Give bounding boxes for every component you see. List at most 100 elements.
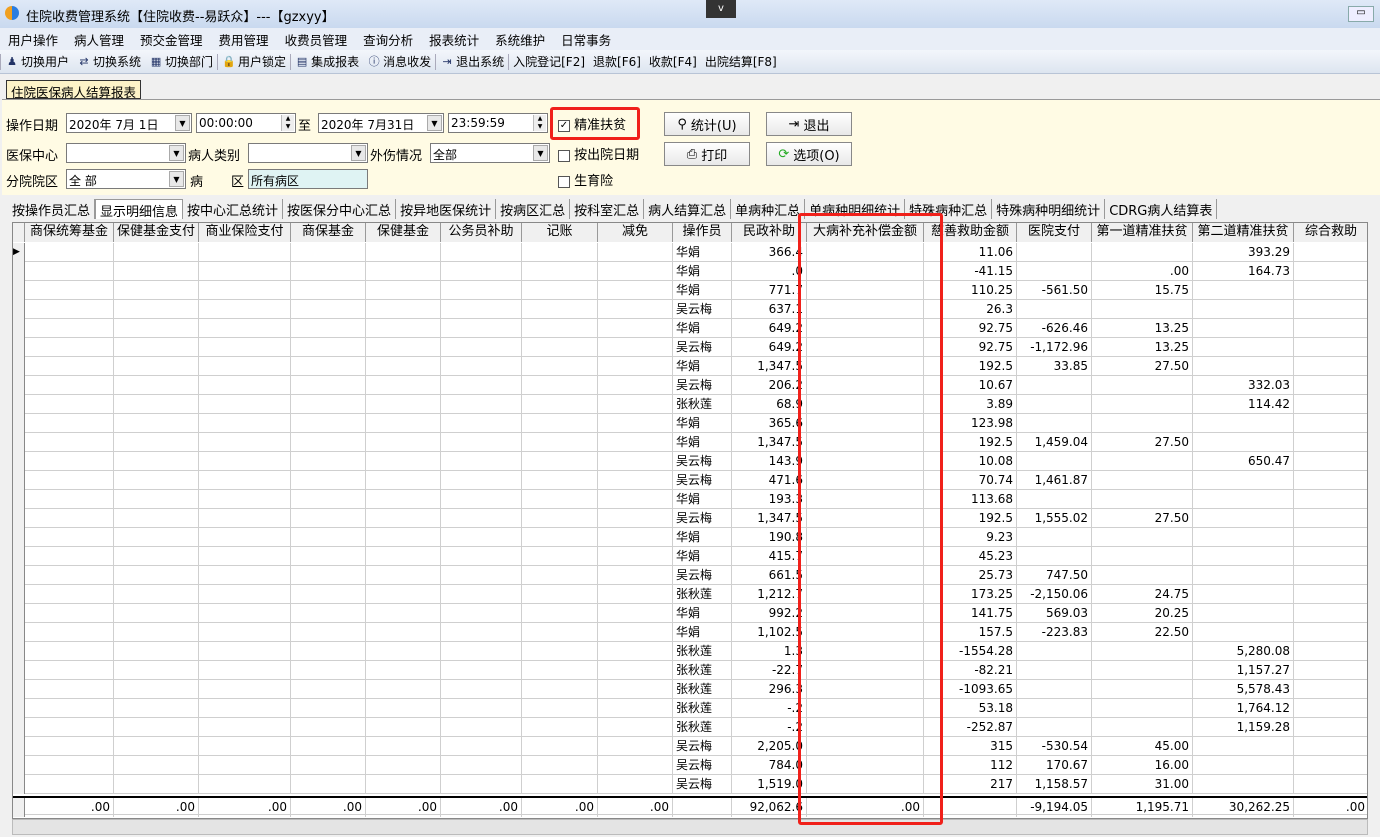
row-header[interactable] (13, 319, 25, 338)
table-row[interactable]: 华娟 415.7 45.23 (13, 547, 1367, 566)
tab[interactable]: 按操作员汇总 (8, 199, 96, 219)
row-header[interactable] (13, 300, 25, 319)
grid-header[interactable]: 商保统筹基金 保健基金支付 商业保险支付 商保基金 保健基金 公务员补助 记账 减免 操作员 民政… (13, 223, 1367, 242)
table-row[interactable]: 华娟 193.3 113.68 (13, 490, 1367, 509)
totals-row[interactable]: .00.00.00.00.00.00.00.00 92,062.6.00 -9,19… (13, 796, 1367, 817)
row-header[interactable] (13, 604, 25, 623)
table-row[interactable]: 华娟 649.2 92.75 -626.46 13.25 (13, 319, 1367, 338)
maternity-checkbox[interactable]: 生育险 (558, 170, 613, 189)
tab[interactable]: 单病种汇总 (731, 199, 806, 219)
toolbar-button[interactable]: 🔒 用户锁定 (218, 53, 290, 70)
toolbar-button[interactable]: 退款[F6] (589, 53, 645, 70)
row-header[interactable] (13, 490, 25, 509)
tab[interactable]: 按中心汇总统计 (183, 199, 284, 219)
table-row[interactable]: 华娟 1,102.5 157.5 -223.83 22.50 (13, 623, 1367, 642)
row-header[interactable] (13, 737, 25, 756)
table-row[interactable]: 吴云梅 206.2 10.67 332.03 (13, 376, 1367, 395)
tab[interactable]: 按科室汇总 (570, 199, 645, 219)
chevron-down-icon[interactable]: ▼ (427, 115, 442, 131)
column-header[interactable]: 保健基金支付 (114, 223, 199, 242)
horizontal-scrollbar[interactable] (12, 819, 1368, 835)
row-header[interactable] (13, 357, 25, 376)
patient-type-select[interactable]: ▼ (248, 143, 368, 163)
spinner-icon[interactable]: ▲ ▼ (533, 115, 546, 131)
time-to-input[interactable]: 23:59:59 ▲ ▼ (448, 113, 548, 133)
tab[interactable]: CDRG病人结算表 (1105, 199, 1218, 219)
toolbar-button[interactable]: 出院结算[F8] (701, 53, 781, 70)
menu-item[interactable]: 收费员管理 (277, 28, 356, 50)
column-header[interactable]: 保健基金 (366, 223, 441, 242)
table-row[interactable]: 吴云梅 143.9 10.08 650.47 (13, 452, 1367, 471)
menu-item[interactable]: 用户操作 (0, 28, 66, 50)
row-header[interactable] (13, 680, 25, 699)
column-header[interactable]: 第二道精准扶贫 (1193, 223, 1294, 242)
menu-item[interactable]: 病人管理 (66, 28, 132, 50)
table-row[interactable]: 张秋莲 1.3 -1554.28 5,280.08 (13, 642, 1367, 661)
table-row[interactable]: 华娟 .0 -41.15.00 164.73 (13, 262, 1367, 281)
table-row[interactable]: 吴云梅 1,347.5 192.5 1,555.02 27.50 (13, 509, 1367, 528)
menu-item[interactable]: 查询分析 (355, 28, 421, 50)
row-header[interactable] (13, 718, 25, 737)
tab[interactable]: 按异地医保统计 (396, 199, 497, 219)
toolbar-button[interactable]: ♟ 切换用户 (1, 53, 73, 70)
table-row[interactable]: 张秋莲 -.2 -252.87 1,159.28 (13, 718, 1367, 737)
date-to-picker[interactable]: 2020年 7月31日 ▼ (318, 113, 444, 133)
tab[interactable]: 病人结算汇总 (644, 199, 732, 219)
toolbar-button[interactable]: ▤ 集成报表 (291, 53, 363, 70)
column-header[interactable]: 商业保险支付 (199, 223, 291, 242)
table-row[interactable]: 张秋莲 1,212.7 173.25 -2,150.06 24.75 (13, 585, 1367, 604)
table-row[interactable]: 吴云梅 2,205.0 315 -530.54 45.00 (13, 737, 1367, 756)
row-header[interactable] (13, 699, 25, 718)
chevron-down-icon[interactable]: ▼ (533, 145, 548, 161)
table-row[interactable]: 华娟 190.8 9.23 (13, 528, 1367, 547)
column-header[interactable]: 综合救助 (1294, 223, 1367, 242)
table-row[interactable]: 吴云梅 649.2 92.75 -1,172.96 13.25 (13, 338, 1367, 357)
document-tab[interactable]: 住院医保病人结算报表 (6, 80, 142, 100)
tab[interactable]: 按病区汇总 (496, 199, 571, 219)
stat-button[interactable]: ⚲ 统计(U) (664, 112, 750, 136)
time-from-input[interactable]: 00:00:00 ▲ ▼ (196, 113, 296, 133)
menu-item[interactable]: 日常事务 (553, 28, 619, 50)
row-header[interactable] (13, 566, 25, 585)
table-row[interactable]: 华娟 992.2 141.75 569.03 20.25 (13, 604, 1367, 623)
table-row[interactable]: 吴云梅 1,519.0 217 1,158.57 31.00 (13, 775, 1367, 794)
center-select[interactable]: ▼ (66, 143, 186, 163)
column-header[interactable]: 民政补助 (732, 223, 807, 242)
table-row[interactable]: 华娟 365.6 123.98 (13, 414, 1367, 433)
row-header[interactable] (13, 756, 25, 775)
tab[interactable]: 按医保分中心汇总 (283, 199, 397, 219)
column-header[interactable]: 第一道精准扶贫 (1092, 223, 1193, 242)
row-header[interactable] (13, 452, 25, 471)
data-grid[interactable]: 商保统筹基金 保健基金支付 商业保险支付 商保基金 保健基金 公务员补助 记账 减免 操作员 民政… (12, 222, 1368, 819)
table-row[interactable]: 吴云梅 661.5 25.73 747.50 (13, 566, 1367, 585)
column-header[interactable]: 操作员 (673, 223, 732, 242)
chevron-down-icon[interactable]: ▼ (169, 145, 184, 161)
column-header[interactable]: 商保基金 (291, 223, 366, 242)
tab[interactable]: 显示明细信息 (95, 199, 184, 220)
ward-input[interactable]: 所有病区 (248, 169, 368, 189)
chevron-down-icon[interactable]: v (706, 0, 736, 18)
row-header[interactable] (13, 509, 25, 528)
row-header[interactable] (13, 223, 25, 242)
column-header[interactable]: 公务员补助 (441, 223, 522, 242)
row-header[interactable] (13, 433, 25, 452)
row-header[interactable] (13, 775, 25, 794)
table-row[interactable]: 张秋莲 -22.7 -82.21 1,157.27 (13, 661, 1367, 680)
row-header[interactable] (13, 338, 25, 357)
toolbar-button[interactable]: 收款[F4] (645, 53, 701, 70)
column-header[interactable]: 医院支付 (1017, 223, 1092, 242)
toolbar-button[interactable]: ⓘ 消息收发 (363, 53, 435, 70)
row-header[interactable] (13, 642, 25, 661)
chevron-down-icon[interactable]: ▼ (175, 115, 190, 131)
row-header[interactable] (13, 471, 25, 490)
row-header[interactable] (13, 414, 25, 433)
row-header[interactable] (13, 547, 25, 566)
row-header[interactable] (13, 376, 25, 395)
column-header[interactable]: 记账 (522, 223, 598, 242)
table-row[interactable]: ▶ 华娟 366.4 11.06 393.29 (13, 243, 1367, 262)
row-header[interactable] (13, 395, 25, 414)
toolbar-button[interactable]: 入院登记[F2] (509, 53, 589, 70)
exit-button[interactable]: ⇥ 退出 (766, 112, 852, 136)
menu-item[interactable]: 系统维护 (487, 28, 553, 50)
table-row[interactable]: 张秋莲 68.9 3.89 114.42 (13, 395, 1367, 414)
